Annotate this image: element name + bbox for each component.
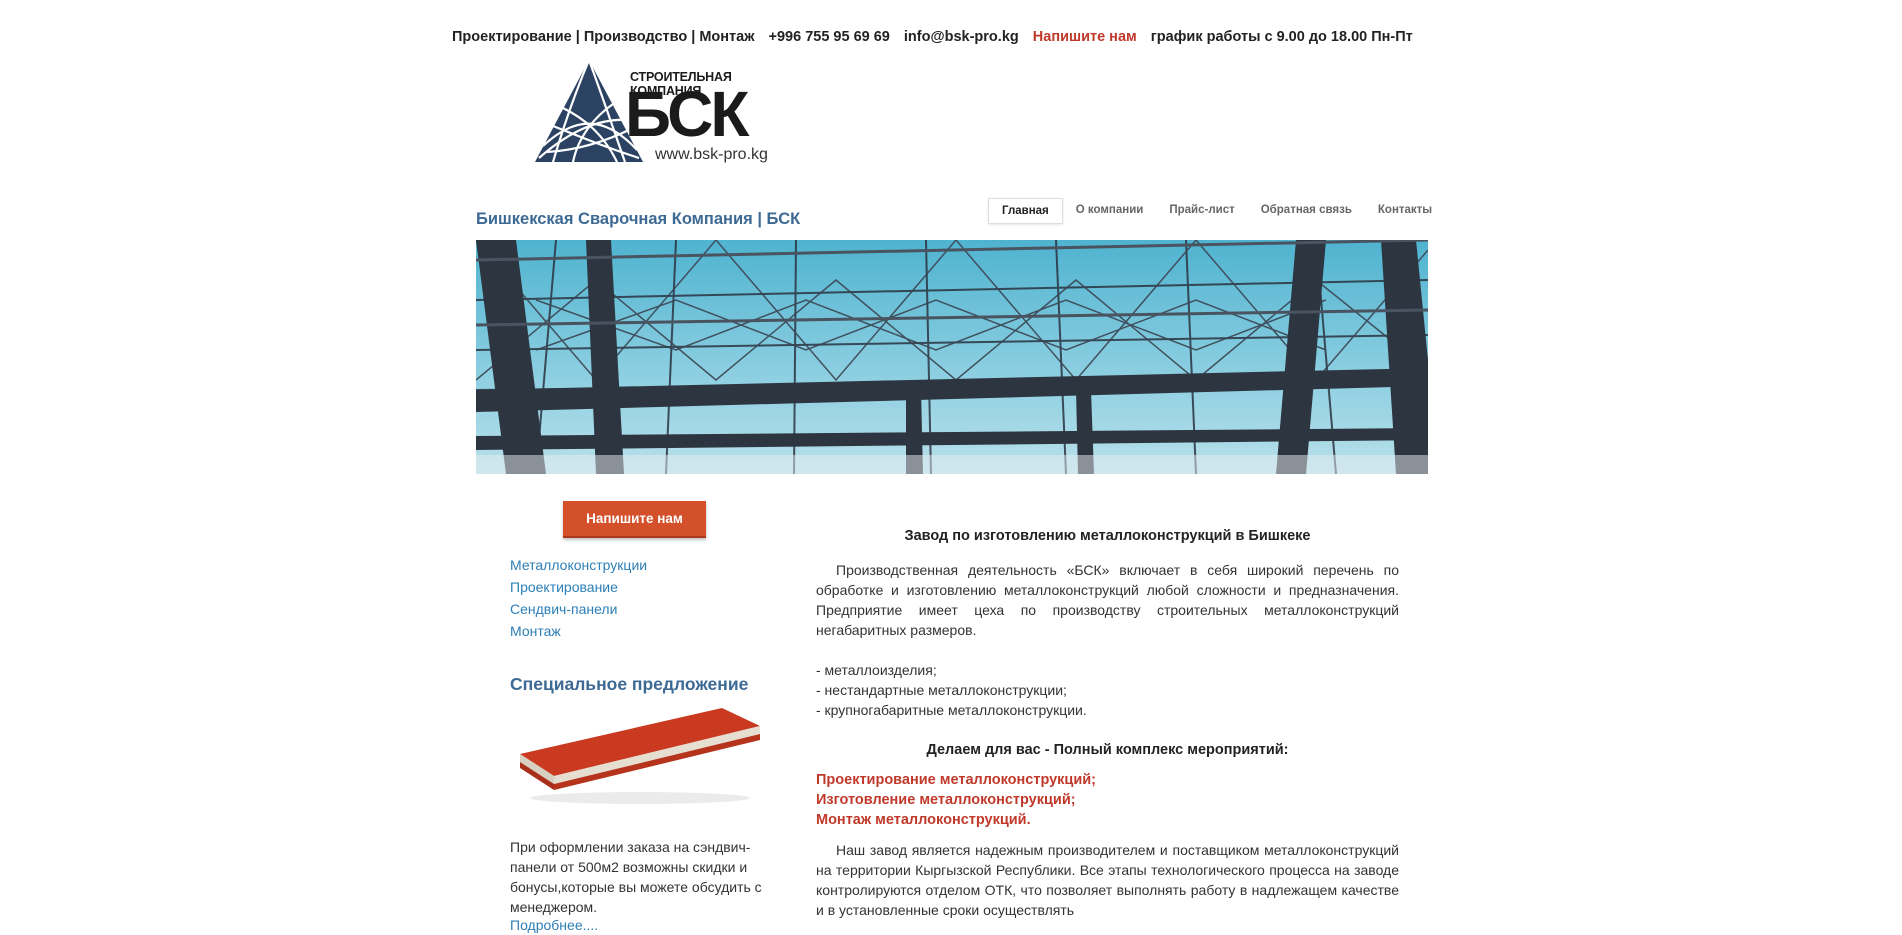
nav-feedback[interactable]: Обратная связь xyxy=(1248,198,1365,224)
list-item: - металлоизделия; xyxy=(816,662,937,678)
service-item-design: Проектирование металлоконструкций; xyxy=(816,772,1096,788)
main-nav: Главная О компании Прайс-лист Обратная с… xyxy=(988,198,1445,224)
list-item: - крупногабаритные металлоконструкции. xyxy=(816,702,1087,718)
sidebar-item-installation[interactable]: Монтаж xyxy=(510,620,647,642)
logo-name: БСК xyxy=(625,78,749,150)
nav-price-list[interactable]: Прайс-лист xyxy=(1156,198,1247,224)
write-us-button[interactable]: Напишите нам xyxy=(563,501,706,538)
special-offer-title: Специальное предложение xyxy=(510,674,749,694)
hero-banner-image xyxy=(476,240,1428,474)
nav-about[interactable]: О компании xyxy=(1063,198,1157,224)
services-heading: Делаем для вас - Полный комплекс меропри… xyxy=(926,742,1289,758)
logo-url: www.bsk-pro.kg xyxy=(655,146,768,163)
nav-contacts[interactable]: Контакты xyxy=(1365,198,1445,224)
main-content: Завод по изготовлению металлоконструкций… xyxy=(816,528,1399,920)
write-us-link[interactable]: Напишите нам xyxy=(1033,29,1137,45)
company-logo[interactable]: СТРОИТЕЛЬНАЯ КОМПАНИЯ БСК www.bsk-pro.kg xyxy=(533,58,793,166)
content-heading: Завод по изготовлению металлоконструкций… xyxy=(904,528,1311,544)
top-contact-bar: Проектирование | Производство | Монтаж +… xyxy=(452,29,1452,45)
email-link[interactable]: info@bsk-pro.kg xyxy=(904,29,1019,45)
list-item: - нестандартные металлоконструкции; xyxy=(816,682,1067,698)
special-offer-text: При оформлении заказа на сэндвич-панели … xyxy=(510,839,762,915)
sandwich-panel-image xyxy=(512,700,762,810)
site-title: Бишкекская Сварочная Компания | БСК xyxy=(476,210,801,228)
nav-home[interactable]: Главная xyxy=(988,198,1063,224)
outro-paragraph: Наш завод является надежным производител… xyxy=(816,842,1399,918)
sidebar-item-metal-structures[interactable]: Металлоконструкции xyxy=(510,554,647,576)
more-link[interactable]: Подробнее.... xyxy=(510,917,598,933)
intro-paragraph: Производственная деятельность «БСК» вклю… xyxy=(816,562,1399,638)
service-item-installation: Монтаж металлоконструкций. xyxy=(816,812,1031,828)
sidebar-item-design[interactable]: Проектирование xyxy=(510,576,647,598)
sidebar-item-sandwich-panels[interactable]: Сендвич-панели xyxy=(510,598,647,620)
sidebar-menu: Металлоконструкции Проектирование Сендви… xyxy=(510,554,647,642)
service-item-manufacturing: Изготовление металлоконструкций; xyxy=(816,792,1076,808)
services-text: Проектирование | Производство | Монтаж xyxy=(452,29,755,45)
services-list: Проектирование металлоконструкций; Изгот… xyxy=(816,770,1399,830)
product-list: - металлоизделия; - нестандартные металл… xyxy=(816,660,1399,720)
work-hours-text: график работы с 9.00 до 18.00 Пн-Пт xyxy=(1150,29,1413,45)
phone-text: +996 755 95 69 69 xyxy=(768,29,890,45)
